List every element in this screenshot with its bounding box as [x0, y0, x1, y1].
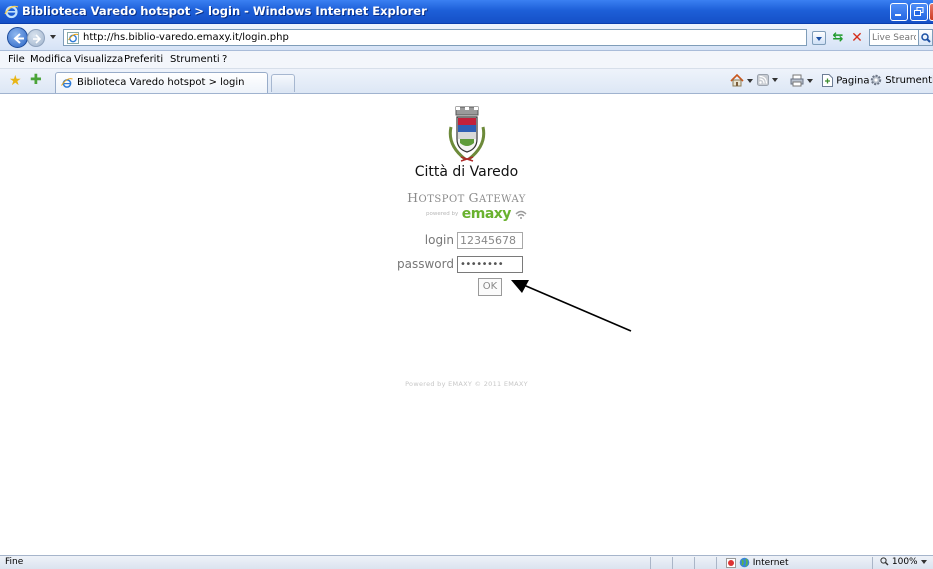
home-button[interactable]: [730, 74, 753, 87]
maximize-button[interactable]: [910, 3, 928, 21]
gear-icon: [870, 74, 882, 86]
password-input[interactable]: [460, 258, 520, 271]
magnifier-icon: [921, 33, 931, 43]
minimize-icon: [895, 14, 901, 16]
forward-arrow-icon: [33, 34, 42, 44]
address-toolbar: http://hs.biblio-varedo.emaxy.it/login.p…: [0, 24, 933, 51]
forward-button[interactable]: [27, 29, 45, 47]
powered-by-emaxy: powered by emaxy: [426, 206, 527, 222]
login-input[interactable]: [460, 234, 520, 247]
menu-preferiti[interactable]: Preferiti: [124, 54, 163, 65]
strumenti-menu[interactable]: Strumenti: [870, 74, 933, 86]
hotspot-gateway-title: HOTSPOT GATEWAY: [407, 190, 526, 205]
city-name: Città di Varedo: [414, 164, 519, 180]
restore-icon: [914, 7, 924, 16]
menu-modifica[interactable]: Modifica: [30, 54, 72, 65]
refresh-icon[interactable]: ⇆: [830, 30, 846, 46]
ok-button[interactable]: OK: [478, 278, 502, 296]
protected-mode-icon: [726, 557, 736, 568]
menu-visualizza[interactable]: Visualizza: [74, 54, 123, 65]
minimize-button[interactable]: [890, 3, 908, 21]
password-field[interactable]: [457, 256, 523, 273]
new-tab-button[interactable]: [271, 74, 295, 92]
url-field[interactable]: http://hs.biblio-varedo.emaxy.it/login.p…: [63, 29, 807, 46]
globe-icon: [739, 557, 750, 568]
ie-page-icon: [67, 32, 79, 44]
zoom-control[interactable]: 100%: [880, 557, 927, 567]
home-icon: [730, 74, 744, 87]
back-button[interactable]: [7, 27, 28, 48]
back-arrow-icon: [13, 33, 24, 44]
coat-of-arms-logo: [448, 106, 486, 162]
favorites-star-icon[interactable]: ★: [9, 74, 22, 88]
menu-help[interactable]: ?: [222, 54, 227, 65]
window-title: Biblioteca Varedo hotspot > login - Wind…: [22, 4, 427, 18]
status-text: Fine: [5, 557, 24, 567]
zone-label: Internet: [752, 558, 789, 568]
tab-bar: ★ ✚ Biblioteca Varedo hotspot > login Pa…: [0, 69, 933, 94]
menu-file[interactable]: File: [8, 54, 25, 65]
internet-explorer-icon: [4, 5, 19, 19]
footer-copyright: Powered by EMAXY © 2011 EMAXY: [405, 380, 528, 388]
strumenti-label: Strumenti: [885, 75, 933, 86]
security-zone[interactable]: Internet: [726, 557, 789, 568]
password-label: password: [397, 257, 454, 271]
printer-icon: [790, 74, 804, 87]
pagina-label: Pagina: [836, 75, 870, 87]
login-label: login: [424, 233, 454, 247]
menu-strumenti[interactable]: Strumenti: [170, 54, 220, 65]
search-button[interactable]: [918, 29, 933, 46]
wifi-icon: [515, 210, 527, 219]
powered-by-text: powered by: [426, 211, 459, 217]
rss-feed-icon: [757, 74, 769, 86]
status-bar: Fine Internet 100%: [0, 555, 933, 569]
tab-biblioteca-login[interactable]: Biblioteca Varedo hotspot > login: [55, 72, 268, 93]
history-dropdown-icon[interactable]: [50, 35, 56, 39]
annotation-arrow: [511, 280, 632, 332]
zoom-icon: [880, 557, 889, 566]
add-favorites-icon[interactable]: ✚: [30, 73, 42, 87]
login-field[interactable]: [457, 232, 523, 249]
address-dropdown-button[interactable]: [812, 31, 826, 45]
tab-label: Biblioteca Varedo hotspot > login: [77, 77, 245, 88]
url-text: http://hs.biblio-varedo.emaxy.it/login.p…: [83, 32, 289, 43]
search-field[interactable]: [869, 29, 919, 46]
print-button[interactable]: [790, 74, 813, 87]
stop-icon[interactable]: ✕: [849, 30, 865, 46]
ie-page-icon: [61, 78, 73, 88]
menu-bar: File Modifica Visualizza Preferiti Strum…: [0, 51, 933, 69]
zoom-level: 100%: [891, 557, 918, 567]
feeds-button[interactable]: [757, 74, 778, 86]
search-input[interactable]: [872, 31, 916, 44]
close-button[interactable]: [929, 3, 933, 21]
title-bar: Biblioteca Varedo hotspot > login - Wind…: [0, 0, 933, 24]
emaxy-logo: emaxy: [461, 206, 512, 222]
page-content: Città di Varedo HOTSPOT GATEWAY powered …: [0, 95, 933, 555]
page-icon: [822, 74, 833, 87]
